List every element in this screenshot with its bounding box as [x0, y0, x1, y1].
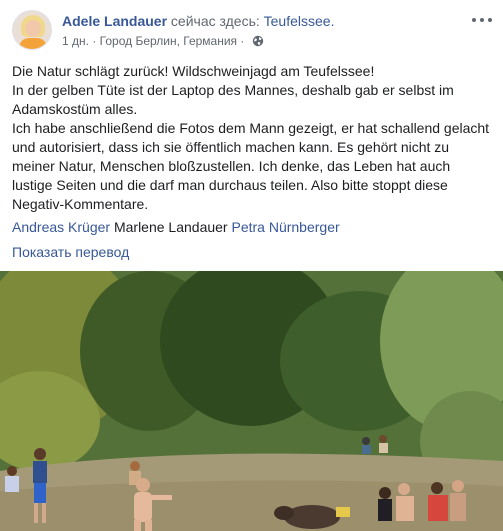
post-text-line: In der gelben Tüte ist der Laptop des Ma… — [12, 82, 454, 117]
post-location[interactable]: Город Берлин, Германия — [100, 33, 237, 49]
activity-text: сейчас здесь: — [170, 13, 260, 29]
facebook-post: Adele Landauer сейчас здесь: Teufelssee.… — [0, 0, 503, 531]
post-timestamp[interactable]: 1 дн. — [62, 33, 89, 49]
tag-link[interactable]: Marlene Landauer — [114, 219, 228, 235]
post-photo[interactable] — [0, 271, 503, 531]
post-text-line: Ich habe anschließend die Fotos dem Mann… — [12, 120, 490, 212]
post-header: Adele Landauer сейчас здесь: Teufelssee.… — [12, 10, 492, 52]
tagged-people: Andreas Krüger Marlene Landauer Petra Nü… — [12, 218, 340, 236]
author-avatar[interactable] — [12, 10, 52, 50]
more-options-icon[interactable] — [472, 14, 492, 26]
tag-link[interactable]: Andreas Krüger — [12, 219, 110, 235]
post-text-line: Die Natur schlägt zurück! Wildschweinjag… — [12, 63, 375, 79]
show-translation-link[interactable]: Показать перевод — [12, 243, 129, 261]
meta-separator-2: · — [237, 34, 248, 48]
tag-link[interactable]: Petra Nürnberger — [231, 219, 339, 235]
author-name-link[interactable]: Adele Landauer — [62, 13, 167, 29]
lake-scene-photo — [0, 271, 503, 531]
post-title-line: Adele Landauer сейчас здесь: Teufelssee. — [62, 12, 334, 30]
meta-separator: · — [88, 34, 100, 48]
post-meta: 1 дн. · Город Берлин, Германия · — [62, 33, 264, 49]
globe-icon[interactable] — [252, 35, 264, 47]
post-body: Die Natur schlägt zurück! Wildschweinjag… — [12, 62, 490, 214]
place-link[interactable]: Teufelssee. — [264, 13, 335, 29]
